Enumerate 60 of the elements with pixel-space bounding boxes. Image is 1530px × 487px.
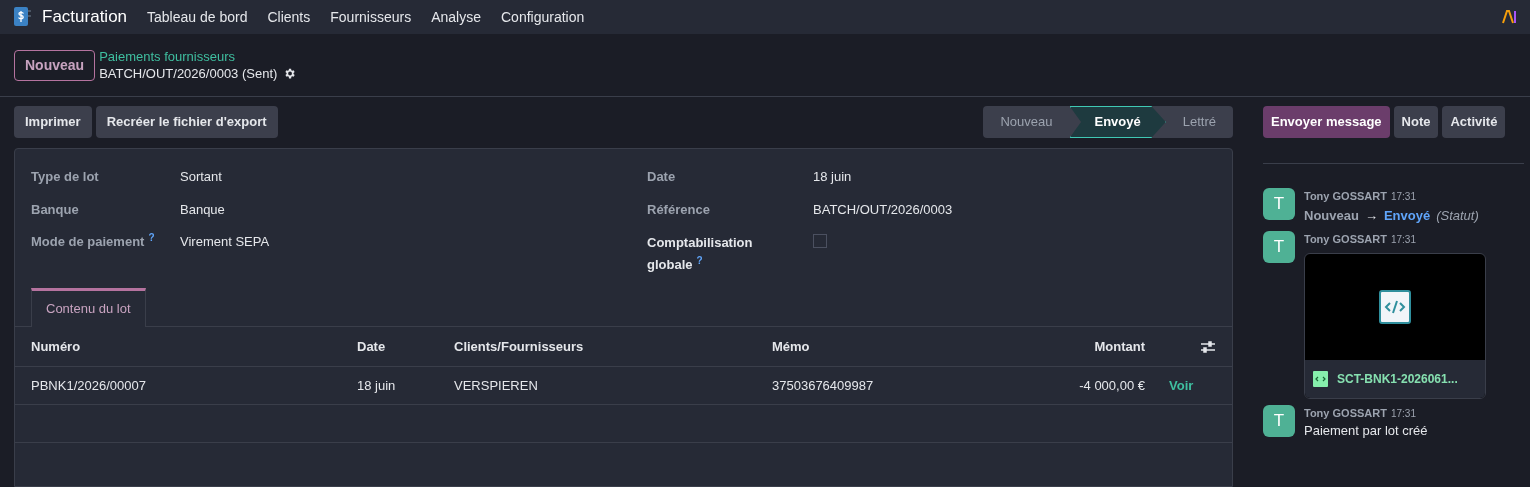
attachment-name: SCT-BNK1-2026061...	[1337, 370, 1458, 388]
status-step[interactable]: Envoyé	[1069, 106, 1166, 138]
field-label: Date	[647, 169, 676, 184]
field-label: Mode de paiement $^{?}$	[31, 234, 155, 249]
field-value: Sortant	[180, 168, 222, 186]
code-file-icon	[1313, 370, 1328, 387]
author-name: Tony GOSSART	[1304, 189, 1387, 204]
chatter-button[interactable]: Note	[1393, 106, 1439, 138]
menu-item[interactable]: Tableau de bord	[147, 6, 248, 28]
column-header[interactable]: Clients/Fournisseurs	[454, 336, 772, 357]
attachment-card[interactable]: SCT-BNK1-2026061...	[1304, 252, 1486, 399]
view-link[interactable]: Voir	[1169, 375, 1194, 396]
table-cell-text: 37503676409987	[772, 376, 875, 395]
author-name: Tony GOSSART	[1304, 232, 1387, 247]
ai-logo-icon[interactable]	[1502, 10, 1518, 24]
invoice-icon[interactable]	[12, 6, 34, 28]
field-label: Banque	[31, 201, 79, 217]
field-label: Référence	[647, 201, 710, 217]
field-name: (Statut)	[1436, 206, 1479, 225]
chatter-button[interactable]: Envoyer message	[1263, 106, 1390, 138]
field-label: Type de lot	[31, 169, 99, 184]
field-value: Virement SEPA	[180, 233, 270, 251]
message-time: 17:31	[1390, 190, 1416, 204]
message-body: Paiement par lot créé	[1304, 422, 1428, 440]
action-button[interactable]: Recréer le fichier d'export	[95, 106, 278, 138]
table-cell-text: 18 juin	[357, 376, 397, 395]
old-value: Nouveau	[1304, 206, 1359, 225]
checkbox[interactable]	[813, 234, 827, 248]
new-value: Envoyé	[1383, 206, 1431, 225]
new-button[interactable]: Nouveau	[14, 49, 96, 81]
app-name[interactable]: Facturation	[42, 4, 128, 30]
message-time: 17:31	[1390, 406, 1416, 421]
menu-item[interactable]: Configuration	[501, 6, 585, 28]
record-title: BATCH/OUT/2026/0003 (Sent)	[99, 65, 278, 82]
menu-item[interactable]: Analyse	[431, 6, 481, 28]
message-time: 17:31	[1390, 233, 1416, 247]
field-value: Banque	[180, 200, 225, 219]
column-header[interactable]: Mémo	[772, 336, 972, 357]
column-header[interactable]: Date	[357, 336, 454, 357]
field-value: 18 juin	[813, 168, 852, 186]
breadcrumb-link[interactable]: Paiements fournisseurs	[99, 48, 297, 65]
status-step[interactable]: Nouveau	[983, 106, 1070, 138]
menu-item[interactable]: Clients	[267, 6, 311, 28]
status-step[interactable]: Lettré	[1165, 106, 1233, 138]
notebook-tab[interactable]: Contenu du lot	[31, 288, 146, 327]
author-name: Tony GOSSART	[1304, 405, 1387, 421]
table-cell-text: VERSPIEREN	[454, 376, 539, 395]
column-header[interactable]: Montant	[972, 336, 1145, 357]
table-cell-text: -4 000,00 €	[1078, 376, 1145, 395]
field-value: BATCH/OUT/2026/0003	[813, 200, 953, 219]
column-header[interactable]: Numéro	[31, 336, 357, 357]
sliders-icon[interactable]	[1200, 339, 1216, 354]
chatter-button[interactable]: Activité	[1442, 106, 1506, 138]
table-cell-text: PBNK1/2026/00007	[31, 376, 147, 395]
action-button[interactable]: Imprimer	[14, 106, 92, 138]
arrow-icon: →	[1364, 205, 1378, 225]
field-label: Comptabilisation globale $^{?}$	[647, 235, 753, 272]
settings-icon[interactable]	[283, 67, 297, 80]
code-file-icon	[1379, 289, 1411, 324]
menu-item[interactable]: Fournisseurs	[330, 6, 412, 28]
